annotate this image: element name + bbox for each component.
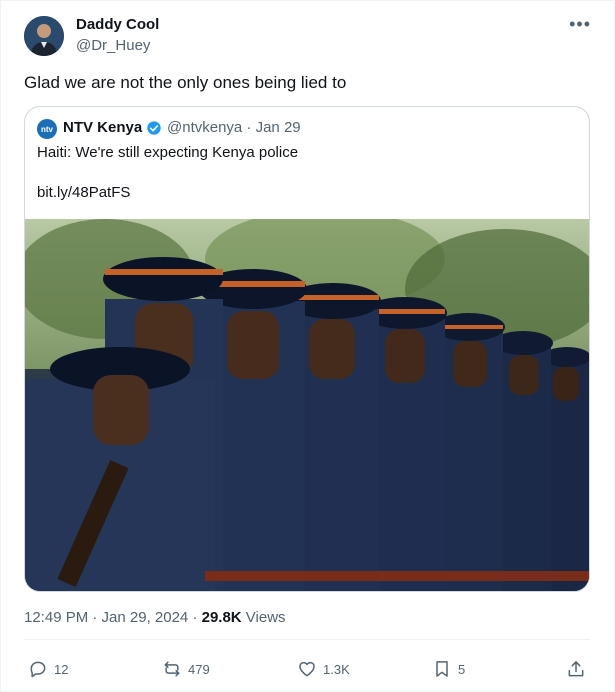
views-label: Views [241, 609, 286, 626]
quoted-text: Haiti: We're still expecting Kenya polic… [37, 144, 299, 161]
ntv-logo-icon: ntv [37, 119, 57, 139]
police-officers-photo[interactable] [25, 219, 589, 591]
post-timestamp: 12:49 PM · Jan 29, 2024 · 29.8K Views [24, 609, 286, 626]
quoted-tweet[interactable]: ntv NTV Kenya @ntvkenya · Jan 29 Haiti: … [24, 106, 590, 592]
bookmark-icon [436, 661, 448, 677]
repost-count: 479 [188, 661, 210, 677]
bookmark-button[interactable]: 5 [432, 659, 465, 679]
author-name[interactable]: Daddy Cool [76, 16, 159, 33]
tweet-text: Glad we are not the only ones being lied… [24, 73, 347, 92]
bookmark-count: 5 [458, 661, 466, 677]
divider [24, 639, 590, 640]
share-icon [568, 661, 584, 677]
share-button[interactable] [566, 659, 586, 679]
avatar[interactable] [24, 16, 64, 56]
more-options-icon[interactable]: ••• [569, 14, 591, 35]
repost-button[interactable]: 479 [162, 659, 210, 679]
verified-badge-icon [147, 121, 161, 135]
heart-icon [299, 661, 315, 677]
post-time-date[interactable]: 12:49 PM · Jan 29, 2024 · [24, 609, 202, 626]
quoted-handle-date: @ntvkenya · Jan 29 [167, 119, 301, 136]
views-count: 29.8K [201, 609, 242, 626]
author-handle[interactable]: @Dr_Huey [76, 37, 150, 54]
quoted-author-name[interactable]: NTV Kenya [63, 119, 142, 136]
reply-icon [30, 661, 46, 678]
repost-icon [164, 661, 180, 677]
quoted-link[interactable]: bit.ly/48PatFS [37, 183, 130, 203]
reply-count: 12 [54, 661, 69, 677]
like-count: 1.3K [323, 661, 350, 677]
like-button[interactable]: 1.3K [297, 659, 350, 679]
reply-button[interactable]: 12 [28, 659, 68, 679]
